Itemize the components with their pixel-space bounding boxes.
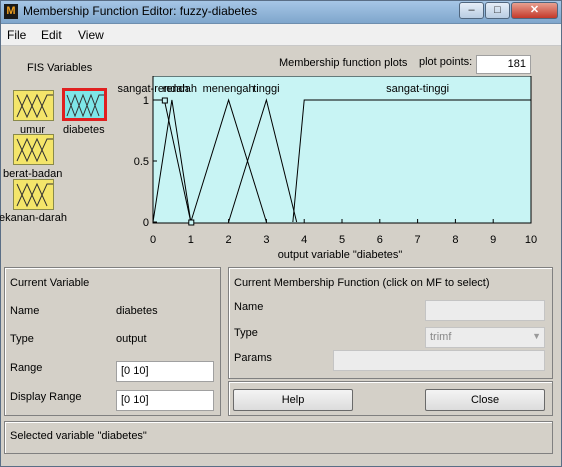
x-tick-label: 9 [490, 234, 496, 246]
menu-file[interactable]: File [7, 28, 26, 42]
plot-area [152, 76, 532, 224]
x-tick-label: 8 [452, 234, 458, 246]
help-button[interactable]: Help [233, 389, 353, 411]
mf-type-label: Type [234, 327, 258, 339]
cv-range-label: Range [10, 362, 43, 374]
menu-edit[interactable]: Edit [41, 28, 62, 42]
fis-variables-label: FIS Variables [27, 62, 93, 74]
status-text: Selected variable "diabetes" [10, 430, 147, 442]
mf-editor-window: M Membership Function Editor: fuzzy-diab… [0, 0, 562, 467]
window-title: Membership Function Editor: fuzzy-diabet… [23, 4, 258, 18]
plot-points-input[interactable]: 181 [476, 55, 531, 74]
chevron-down-icon: ▼ [532, 331, 541, 341]
mf-params-input[interactable] [333, 350, 545, 371]
minimize-button[interactable]: – [459, 2, 484, 19]
x-tick-label: 3 [263, 234, 269, 246]
mf-label-rendah: rendah [163, 83, 197, 95]
y-tick-label: 0.5 [134, 156, 149, 168]
y-tick-label: 0 [143, 217, 149, 229]
mf-params-label: Params [234, 352, 272, 364]
x-tick-label: 5 [339, 234, 345, 246]
x-axis-label: output variable "diabetes" [278, 249, 403, 261]
matlab-icon: M [4, 4, 18, 19]
cv-name-value: diabetes [116, 305, 158, 317]
x-tick-label: 6 [377, 234, 383, 246]
current-mf-header: Current Membership Function (click on MF… [234, 277, 490, 289]
range-input[interactable]: [0 10] [116, 361, 214, 382]
mf-name-label: Name [234, 301, 264, 313]
display-range-input[interactable]: [0 10] [116, 390, 214, 411]
mf-plot[interactable]: 0 1 2 3 4 5 6 7 8 9 1000.51 sangat-rendahrendah men… [1, 76, 561, 262]
x-tick-label: 0 [150, 234, 156, 246]
menu-view[interactable]: View [78, 28, 104, 42]
cv-name-label: Name [10, 305, 40, 317]
title-bar: M Membership Function Editor: fuzzy-diab… [1, 1, 561, 24]
cv-type-label: Type [10, 333, 34, 345]
plot-points-label: plot points: [419, 56, 473, 68]
mf-label-menengah: menengah [203, 83, 255, 95]
mf-vertex-marker [188, 219, 195, 226]
mf-label-sangat-tinggi: sangat-tinggi [386, 83, 449, 95]
mf-type-select[interactable]: trimf ▼ [425, 327, 545, 348]
cv-type-value: output [116, 333, 147, 345]
mf-type-value: trimf [430, 331, 452, 343]
cv-display-range-label: Display Range [10, 391, 82, 403]
x-tick-label: 1 [188, 234, 194, 246]
x-tick-label: 4 [301, 234, 307, 246]
mf-name-input[interactable] [425, 300, 545, 321]
current-variable-header: Current Variable [10, 277, 90, 289]
window-close-button[interactable]: ✕ [511, 2, 558, 19]
menu-bar: File Edit View [1, 24, 561, 46]
x-tick-label: 2 [226, 234, 232, 246]
mf-vertex-marker [161, 97, 168, 104]
x-tick-label: 10 [525, 234, 537, 246]
maximize-button[interactable]: □ [485, 2, 510, 19]
close-button[interactable]: Close [425, 389, 545, 411]
plot-title: Membership function plots [279, 57, 408, 69]
mf-label-tinggi: tinggi [253, 83, 279, 95]
x-tick-label: 7 [415, 234, 421, 246]
y-tick-label: 1 [143, 95, 149, 107]
